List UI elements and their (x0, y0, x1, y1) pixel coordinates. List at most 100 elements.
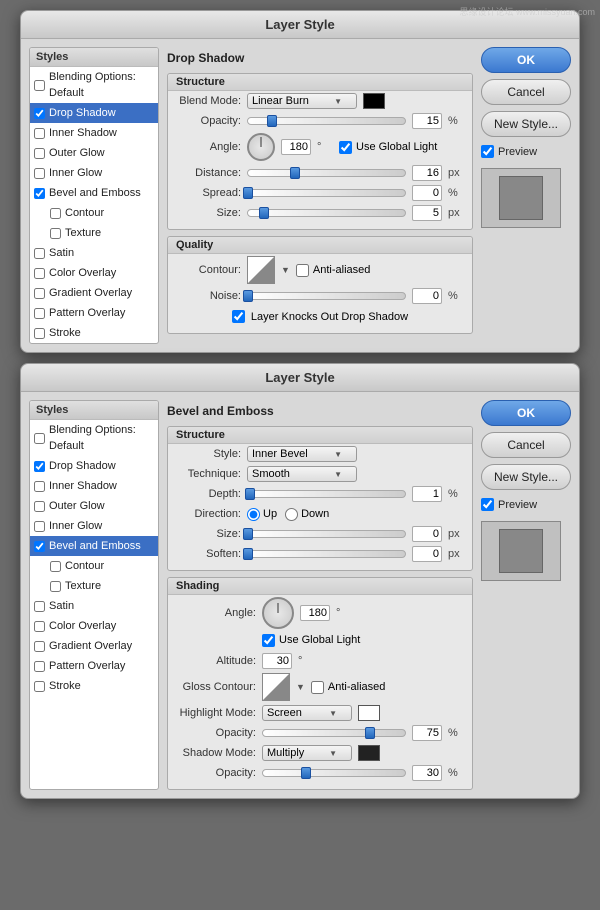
opacity-thumb-1[interactable] (267, 115, 277, 127)
depth-slider[interactable] (247, 490, 406, 498)
altitude-input[interactable] (262, 653, 292, 669)
shadow-opacity-thumb[interactable] (301, 767, 311, 779)
bevel-angle-input[interactable] (300, 605, 330, 621)
shadow-color-swatch[interactable] (358, 745, 380, 761)
style-checkbox-blending-2[interactable] (34, 433, 45, 444)
size-slider-2[interactable] (247, 530, 406, 538)
style-checkbox-contour-2[interactable] (50, 561, 61, 572)
style-item-bevelemboss-2[interactable]: Bevel and Emboss (30, 536, 158, 556)
highlight-opacity-slider[interactable] (262, 729, 406, 737)
style-item-coloroverlay-2[interactable]: Color Overlay (30, 616, 158, 636)
style-item-satin-1[interactable]: Satin (30, 243, 158, 263)
style-checkbox-bevelemboss-2[interactable] (34, 541, 45, 552)
opacity-input-1[interactable] (412, 113, 442, 129)
global-light-checkbox-1[interactable] (339, 141, 352, 154)
cancel-button-2[interactable]: Cancel (481, 432, 571, 458)
style-item-texture-1[interactable]: Texture (30, 223, 158, 243)
highlight-color-swatch[interactable] (358, 705, 380, 721)
highlight-mode-select[interactable]: Screen ▼ (262, 705, 352, 721)
style-item-blending-1[interactable]: Blending Options: Default (30, 67, 158, 103)
style-checkbox-outerglow-2[interactable] (34, 501, 45, 512)
direction-up-option[interactable]: Up (247, 508, 277, 521)
highlight-opacity-thumb[interactable] (365, 727, 375, 739)
style-checkbox-stroke-2[interactable] (34, 681, 45, 692)
noise-thumb[interactable] (243, 290, 253, 302)
style-item-blending-2[interactable]: Blending Options: Default (30, 420, 158, 456)
style-item-dropshadow-1[interactable]: Drop Shadow (30, 103, 158, 123)
angle-dial-1[interactable] (247, 133, 275, 161)
style-item-outerglow-2[interactable]: Outer Glow (30, 496, 158, 516)
shadow-opacity-slider[interactable] (262, 769, 406, 777)
gloss-contour-preview[interactable] (262, 673, 290, 701)
bevel-style-select[interactable]: Inner Bevel ▼ (247, 446, 357, 462)
style-item-gradoverlay-2[interactable]: Gradient Overlay (30, 636, 158, 656)
style-checkbox-outerglow-1[interactable] (34, 148, 45, 159)
style-item-coloroverlay-1[interactable]: Color Overlay (30, 263, 158, 283)
style-checkbox-bevelemboss-1[interactable] (34, 188, 45, 199)
style-checkbox-dropshadow-1[interactable] (34, 108, 45, 119)
style-item-bevelemboss-1[interactable]: Bevel and Emboss (30, 183, 158, 203)
style-checkbox-innershadow-1[interactable] (34, 128, 45, 139)
size-slider-1[interactable] (247, 209, 406, 217)
newstyle-button-2[interactable]: New Style... (481, 464, 571, 490)
size-thumb-1[interactable] (259, 207, 269, 219)
style-checkbox-satin-1[interactable] (34, 248, 45, 259)
distance-thumb[interactable] (290, 167, 300, 179)
newstyle-button-1[interactable]: New Style... (481, 111, 571, 137)
size-input-1[interactable] (412, 205, 442, 221)
style-checkbox-patoverlay-2[interactable] (34, 661, 45, 672)
style-checkbox-innerglow-1[interactable] (34, 168, 45, 179)
size-input-2[interactable] (412, 526, 442, 542)
style-item-stroke-1[interactable]: Stroke (30, 323, 158, 343)
preview-checkbox-2[interactable] (481, 498, 494, 511)
preview-checkbox-1[interactable] (481, 145, 494, 158)
ok-button-2[interactable]: OK (481, 400, 571, 426)
style-item-innershadow-1[interactable]: Inner Shadow (30, 123, 158, 143)
style-item-innershadow-2[interactable]: Inner Shadow (30, 476, 158, 496)
distance-slider[interactable] (247, 169, 406, 177)
noise-slider[interactable] (247, 292, 406, 300)
shadow-mode-select[interactable]: Multiply ▼ (262, 745, 352, 761)
direction-down-radio[interactable] (285, 508, 298, 521)
style-checkbox-innershadow-2[interactable] (34, 481, 45, 492)
style-checkbox-dropshadow-2[interactable] (34, 461, 45, 472)
style-checkbox-gradoverlay-1[interactable] (34, 288, 45, 299)
style-checkbox-texture-1[interactable] (50, 228, 61, 239)
style-item-innerglow-2[interactable]: Inner Glow (30, 516, 158, 536)
angle-input-1[interactable] (281, 139, 311, 155)
soften-input[interactable] (412, 546, 442, 562)
style-checkbox-stroke-1[interactable] (34, 328, 45, 339)
style-item-outerglow-1[interactable]: Outer Glow (30, 143, 158, 163)
style-checkbox-contour-1[interactable] (50, 208, 61, 219)
style-checkbox-coloroverlay-2[interactable] (34, 621, 45, 632)
blend-mode-select[interactable]: Linear Burn ▼ (247, 93, 357, 109)
depth-thumb[interactable] (245, 488, 255, 500)
technique-select[interactable]: Smooth ▼ (247, 466, 357, 482)
style-item-patoverlay-2[interactable]: Pattern Overlay (30, 656, 158, 676)
style-checkbox-texture-2[interactable] (50, 581, 61, 592)
direction-down-option[interactable]: Down (285, 508, 329, 521)
soften-thumb[interactable] (243, 548, 253, 560)
style-checkbox-coloroverlay-1[interactable] (34, 268, 45, 279)
style-checkbox-gradoverlay-2[interactable] (34, 641, 45, 652)
style-checkbox-patoverlay-1[interactable] (34, 308, 45, 319)
spread-input[interactable] (412, 185, 442, 201)
style-item-patoverlay-1[interactable]: Pattern Overlay (30, 303, 158, 323)
shadow-opacity-input[interactable] (412, 765, 442, 781)
cancel-button-1[interactable]: Cancel (481, 79, 571, 105)
style-item-stroke-2[interactable]: Stroke (30, 676, 158, 696)
style-item-contour-1[interactable]: Contour (30, 203, 158, 223)
gloss-anti-aliased-checkbox[interactable] (311, 681, 324, 694)
layer-knocks-checkbox[interactable] (232, 310, 245, 323)
contour-preview-1[interactable] (247, 256, 275, 284)
spread-slider[interactable] (247, 189, 406, 197)
highlight-opacity-input[interactable] (412, 725, 442, 741)
style-item-gradoverlay-1[interactable]: Gradient Overlay (30, 283, 158, 303)
style-checkbox-blending-1[interactable] (34, 80, 45, 91)
style-checkbox-satin-2[interactable] (34, 601, 45, 612)
bevel-angle-dial[interactable] (262, 597, 294, 629)
style-item-innerglow-1[interactable]: Inner Glow (30, 163, 158, 183)
bevel-global-light-checkbox[interactable] (262, 634, 275, 647)
style-item-contour-2[interactable]: Contour (30, 556, 158, 576)
style-checkbox-innerglow-2[interactable] (34, 521, 45, 532)
